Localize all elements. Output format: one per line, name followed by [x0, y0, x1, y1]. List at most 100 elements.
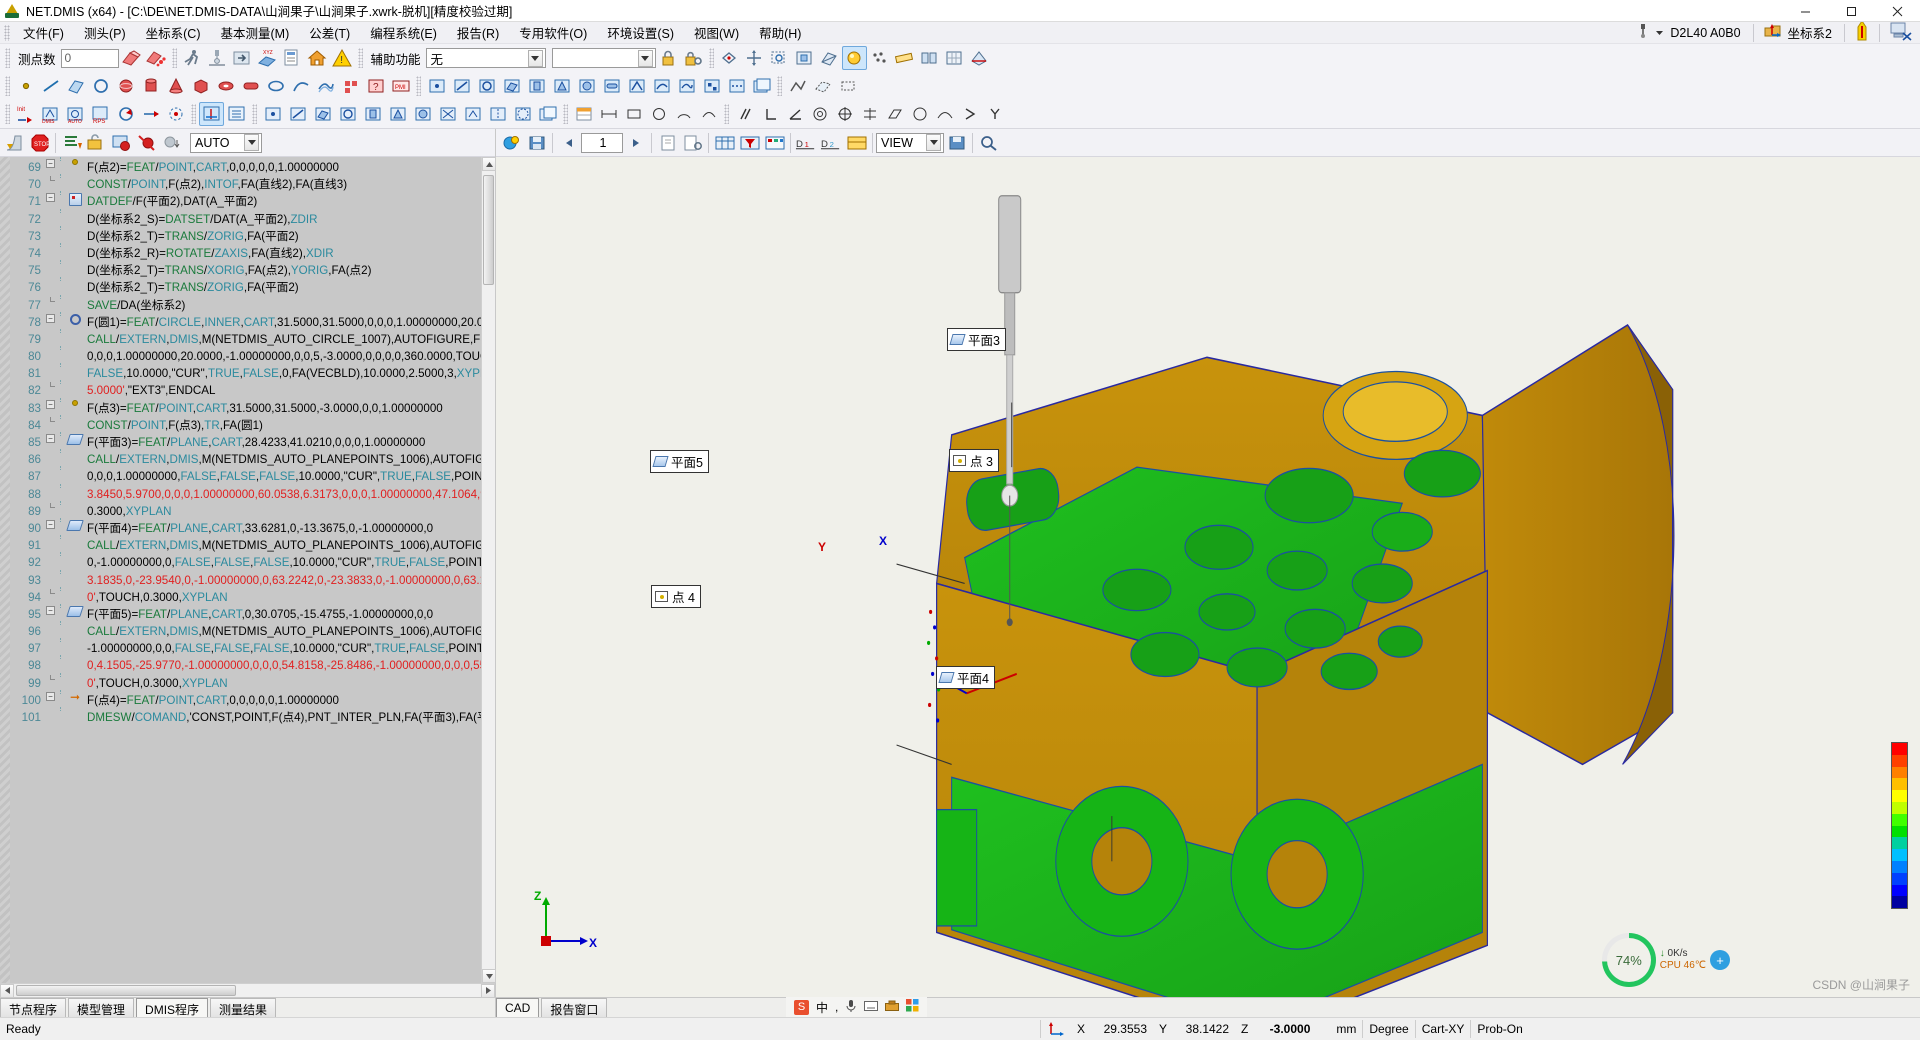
- home-icon[interactable]: [305, 46, 330, 70]
- wireframe-icon[interactable]: [817, 46, 842, 70]
- cube-feature-icon[interactable]: [188, 74, 213, 98]
- construct-circle-icon[interactable]: [335, 102, 360, 126]
- auto-batch-icon[interactable]: [749, 74, 774, 98]
- toolbar-grip-8[interactable]: [5, 104, 10, 124]
- construct-project-icon[interactable]: [460, 102, 485, 126]
- construct-mirror-icon[interactable]: [485, 102, 510, 126]
- new-sheet-icon[interactable]: [655, 131, 680, 155]
- xyz-plane-icon[interactable]: XYZ: [255, 46, 280, 70]
- dim-horizontal-icon[interactable]: [596, 102, 621, 126]
- code-line[interactable]: 97 -1.00000000,0,0,FALSE,FALSE,FALSE,10.0…: [10, 638, 495, 657]
- save-view-icon[interactable]: [944, 131, 969, 155]
- fold-toggle[interactable]: [44, 382, 57, 391]
- program-tab-1[interactable]: 节点程序: [0, 998, 67, 1017]
- callout-point4[interactable]: 点 4: [651, 585, 701, 608]
- code-line[interactable]: 100− ➞ F(点4)=FEAT/POINT,CART,0,0,0,0,0,1.0…: [10, 689, 495, 709]
- code-line[interactable]: 95− F(平面5)=FEAT/PLANE,CART,0,30.0705,-15.…: [10, 603, 495, 623]
- clearance-icon[interactable]: [835, 74, 860, 98]
- probe-dropdown-icon[interactable]: [1655, 26, 1664, 40]
- toolbar-grip-11[interactable]: [563, 104, 568, 124]
- toolbar-grip-2[interactable]: [171, 48, 177, 68]
- cad-model-render[interactable]: [496, 157, 1920, 997]
- toolbar-grip[interactable]: [5, 48, 10, 68]
- ime-chinese-mode[interactable]: 中: [816, 999, 828, 1016]
- unknown-feature-icon[interactable]: ?: [363, 74, 388, 98]
- sphere-feature-icon[interactable]: [113, 74, 138, 98]
- auto-point-icon[interactable]: [424, 74, 449, 98]
- cad-save-icon[interactable]: [524, 131, 549, 155]
- ime-toolbar[interactable]: S 中 ,: [786, 997, 928, 1017]
- cad-tab-2[interactable]: 报告窗口: [541, 998, 608, 1017]
- chevron-down-icon-2[interactable]: [637, 49, 653, 67]
- eraser-icon[interactable]: [119, 46, 144, 70]
- slot-feature-icon[interactable]: [238, 74, 263, 98]
- auto-scan-icon[interactable]: [724, 74, 749, 98]
- code-line[interactable]: 88 3.8450,5.9700,0,0,0,1.00000000,60.0538…: [10, 483, 495, 503]
- code-line[interactable]: 99 0',TOUCH,0.3000,XYPLAN: [10, 672, 495, 692]
- monitor-expand-button[interactable]: +: [1710, 950, 1730, 970]
- pmi-icon[interactable]: PMI: [388, 74, 413, 98]
- auto-cylinder-icon[interactable]: [524, 74, 549, 98]
- tol-roundness-icon[interactable]: [907, 102, 932, 126]
- code-line[interactable]: 98 0,4.1505,-25.9770,-1.00000000,0,0,0,54…: [10, 655, 495, 674]
- pan-icon[interactable]: [742, 46, 767, 70]
- code-line[interactable]: 76 D(坐标系2_T)=TRANS/ZORIG,FA(平面2): [10, 277, 495, 296]
- zoom-box-icon[interactable]: [767, 46, 792, 70]
- translate-csys-icon[interactable]: [138, 102, 163, 126]
- torus-feature-icon[interactable]: [213, 74, 238, 98]
- probe-path-icon[interactable]: [785, 74, 810, 98]
- construct-plane-icon[interactable]: [310, 102, 335, 126]
- menu-file[interactable]: 文件(F): [13, 21, 74, 44]
- cad-viewport[interactable]: 平面3 点 3 平面5 点 4 平面4 Z X X Y 74% ↓ 0K/s C…: [496, 157, 1920, 997]
- dim-circle-icon[interactable]: [646, 102, 671, 126]
- eraser-all-icon[interactable]: [144, 46, 169, 70]
- ime-mic-icon[interactable]: [845, 999, 857, 1016]
- clear-breakpoint-icon[interactable]: [134, 131, 159, 155]
- menu-special-software[interactable]: 专用软件(O): [509, 21, 597, 44]
- tol-position-icon[interactable]: [832, 102, 857, 126]
- lock-icon[interactable]: [656, 46, 681, 70]
- sheet-settings-icon[interactable]: [680, 131, 705, 155]
- code-line[interactable]: 73 D(坐标系2_T)=TRANS/ZORIG,FA(平面2): [10, 225, 495, 245]
- chevron-down-icon-4[interactable]: [926, 134, 941, 151]
- auto-edge-icon[interactable]: [624, 74, 649, 98]
- unlock-program-icon[interactable]: [84, 131, 109, 155]
- secondary-combo[interactable]: [551, 48, 656, 68]
- fold-toggle[interactable]: −: [44, 605, 57, 615]
- init-icon[interactable]: Init: [13, 102, 38, 126]
- prev-page-icon[interactable]: [556, 131, 581, 155]
- pattern-feature-icon[interactable]: [338, 74, 363, 98]
- tol-symmetry-icon[interactable]: [857, 102, 882, 126]
- cad-panel-tabs[interactable]: CAD 报告窗口: [496, 997, 1920, 1017]
- coordinate-system-icon[interactable]: [1764, 23, 1782, 42]
- construct-point-icon[interactable]: [260, 102, 285, 126]
- auto-plane-icon[interactable]: [499, 74, 524, 98]
- fold-toggle[interactable]: −: [44, 434, 57, 443]
- close-button[interactable]: [1874, 0, 1920, 22]
- curve-feature-icon[interactable]: [288, 74, 313, 98]
- code-line[interactable]: 83− F(点3)=FEAT/POINT,CART,31.5000,31.5000…: [10, 397, 495, 417]
- dim-off-icon[interactable]: D2: [819, 131, 844, 155]
- code-editor[interactable]: 69− F(点2)=FEAT/POINT,CART,0,0,0,0,0,1.000…: [0, 157, 496, 983]
- construct-cylinder-icon[interactable]: [360, 102, 385, 126]
- auto-circle-icon[interactable]: [474, 74, 499, 98]
- page-combo[interactable]: 1: [581, 132, 623, 153]
- fold-toggle[interactable]: −: [44, 193, 57, 203]
- toolbar-grip-6[interactable]: [416, 76, 421, 96]
- cad-color-icon[interactable]: [499, 131, 524, 155]
- line-feature-icon[interactable]: [38, 74, 63, 98]
- program-tab-2[interactable]: 模型管理: [68, 998, 135, 1017]
- next-page-icon[interactable]: [623, 131, 648, 155]
- rotate-csys-icon[interactable]: [113, 102, 138, 126]
- measure-ruler-icon[interactable]: [892, 46, 917, 70]
- table-grid-icon[interactable]: [762, 131, 787, 155]
- code-lines[interactable]: 69− F(点2)=FEAT/POINT,CART,0,0,0,0,0,1.000…: [10, 157, 495, 983]
- ellipse-feature-icon[interactable]: [263, 74, 288, 98]
- auto-surface-icon[interactable]: [674, 74, 699, 98]
- menu-environment[interactable]: 环境设置(S): [597, 21, 684, 44]
- code-line[interactable]: 71− DATDEF/F(平面2),DAT(A_平面2): [10, 191, 495, 210]
- auto-cone-icon[interactable]: [549, 74, 574, 98]
- code-line[interactable]: 94 0',TOUCH,0.3000,XYPLAN: [10, 586, 495, 606]
- model-manual-icon[interactable]: DMIS: [38, 102, 63, 126]
- fold-toggle[interactable]: −: [44, 159, 57, 168]
